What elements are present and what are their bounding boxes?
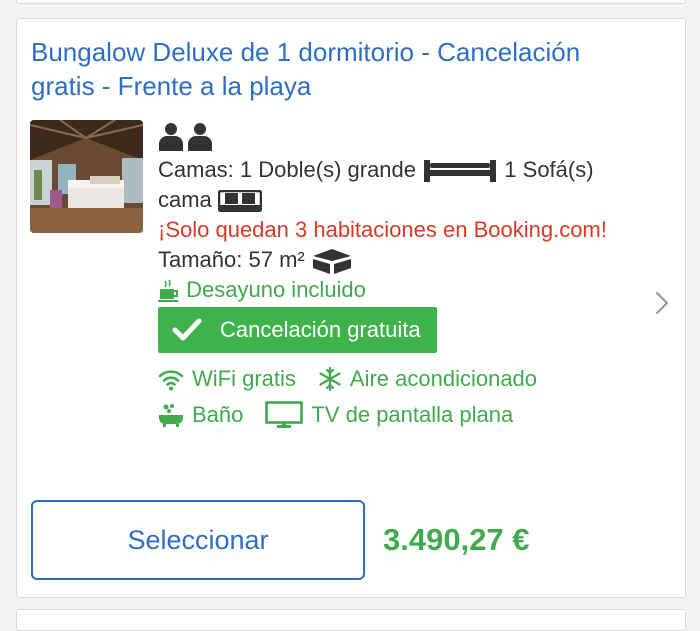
room-size: Tamaño: 57 m² [158, 245, 628, 275]
facility-bath: Baño [158, 397, 243, 433]
room-size-text: Tamaño: 57 m² [158, 247, 305, 272]
previous-card-edge [16, 0, 686, 4]
tv-icon [265, 401, 304, 429]
snowflake-icon [319, 367, 341, 392]
coffee-cup-icon [158, 279, 178, 303]
free-cancellation-badge: Cancelación gratuita [158, 307, 437, 354]
checkmark-icon [172, 318, 202, 341]
room-price: 3.490,27 € [383, 522, 530, 557]
select-button[interactable]: Seleccionar [31, 500, 365, 580]
bathtub-icon [159, 404, 183, 428]
facility-wifi: WiFi gratis [158, 361, 296, 397]
room-title[interactable]: Bungalow Deluxe de 1 dormitorio - Cancel… [31, 35, 591, 103]
breakfast-info: Desayuno incluido [158, 275, 628, 305]
facility-flat-tv: TV de pantalla plana [265, 397, 513, 433]
facility-label: Baño [192, 402, 244, 428]
breakfast-text: Desayuno incluido [186, 277, 366, 303]
next-card-edge [16, 609, 686, 631]
double-bed-icon [424, 160, 497, 183]
room-details: Camas: 1 Doble(s) grande 1 Sofá(s) cama … [158, 119, 628, 433]
select-button-label: Seleccionar [127, 524, 269, 555]
room-card[interactable]: Bungalow Deluxe de 1 dormitorio - Cancel… [16, 18, 686, 598]
room-photo[interactable] [30, 120, 143, 233]
wifi-icon [158, 370, 184, 391]
facility-label: WiFi gratis [192, 366, 296, 392]
sofa-bed-count: 1 [504, 157, 517, 182]
facility-air-conditioning: Aire acondicionado [318, 361, 537, 397]
occupancy [158, 119, 628, 155]
persons-icon [159, 123, 212, 151]
chevron-right-icon[interactable] [655, 291, 669, 315]
facilities-row-1: WiFi gratis Aire acondicionado [158, 361, 628, 397]
beds-info: Camas: 1 Doble(s) grande 1 Sofá(s) cama [158, 155, 628, 215]
sofa-bed-icon [217, 190, 262, 213]
facility-label: TV de pantalla plana [311, 402, 514, 428]
room-size-icon [312, 249, 351, 275]
facilities-row-2: Baño TV de pantalla plana [158, 397, 628, 433]
beds-text: Camas: 1 Doble(s) grande [158, 157, 417, 182]
availability-warning: ¡Solo quedan 3 habitaciones en Booking.c… [158, 217, 607, 242]
free-cancellation-text: Cancelación gratuita [220, 317, 421, 343]
facility-label: Aire acondicionado [349, 366, 538, 392]
